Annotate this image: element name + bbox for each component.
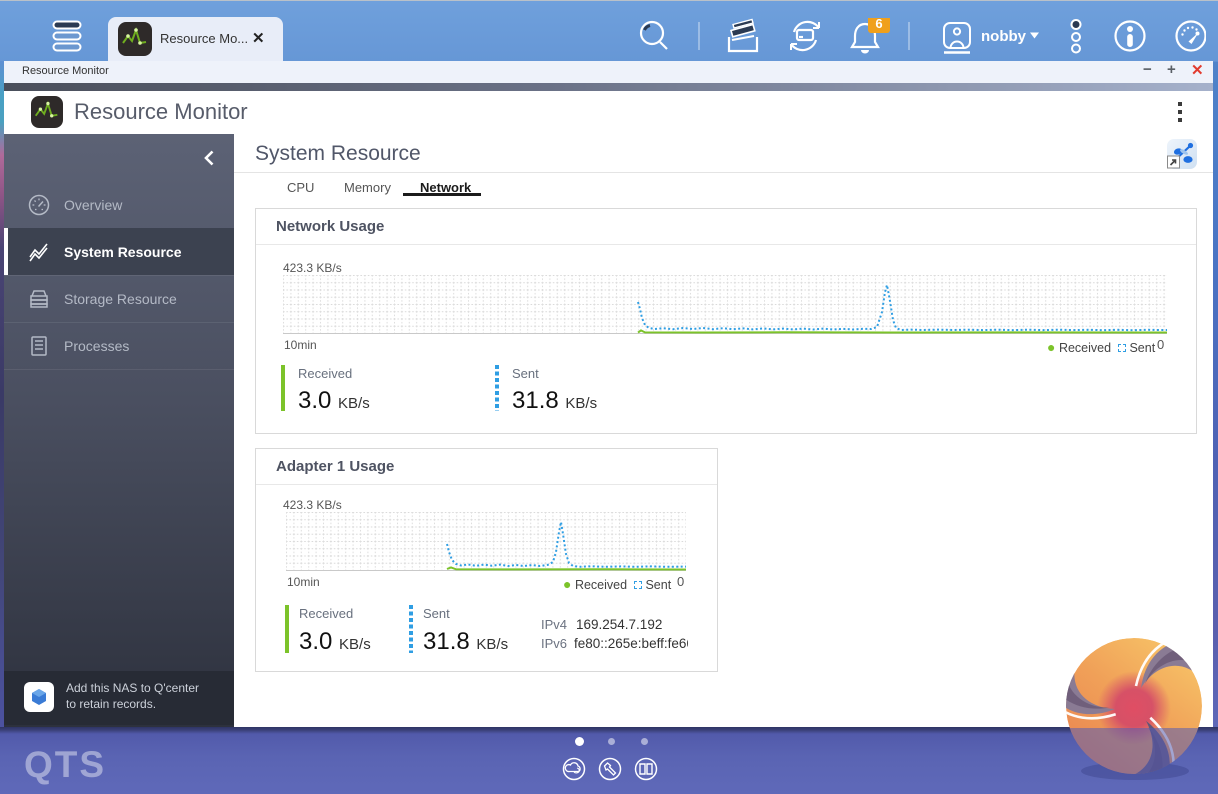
svg-text:6: 6 bbox=[875, 18, 882, 31]
svg-text:nobby: nobby bbox=[981, 28, 1027, 45]
